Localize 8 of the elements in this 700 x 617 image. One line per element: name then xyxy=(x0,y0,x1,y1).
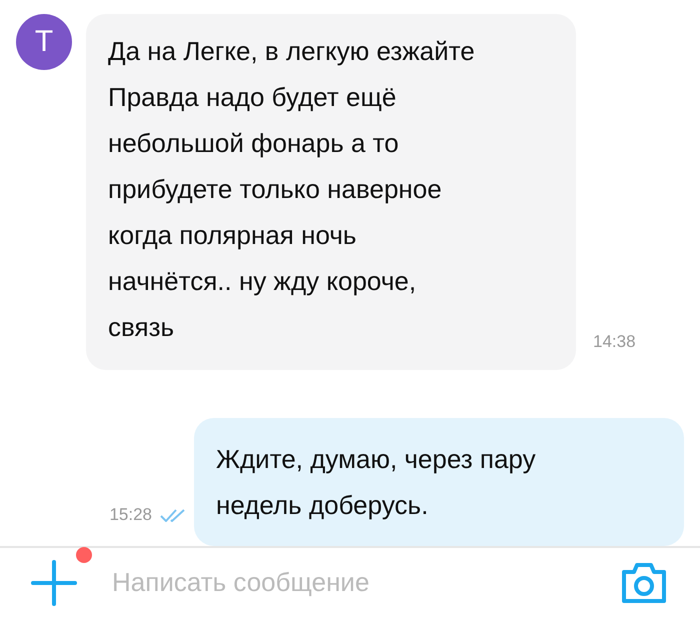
message-input[interactable]: Написать сообщение xyxy=(110,566,620,599)
avatar: Т xyxy=(16,14,72,70)
camera-icon[interactable] xyxy=(620,562,668,604)
add-icon[interactable] xyxy=(30,558,78,606)
message-text: Да на Легке, в легкую езжайте Правда надо будет ещё небольшой фонарь а то прибудете только наверное когда полярная ночь начнётся.. ну жду короче, связь xyxy=(108,35,476,344)
message-text: Ждите, думаю, через пару недель доберусь. xyxy=(216,443,537,522)
message-time: 15:28 xyxy=(109,505,152,525)
message-time: 14:38 xyxy=(593,332,636,352)
